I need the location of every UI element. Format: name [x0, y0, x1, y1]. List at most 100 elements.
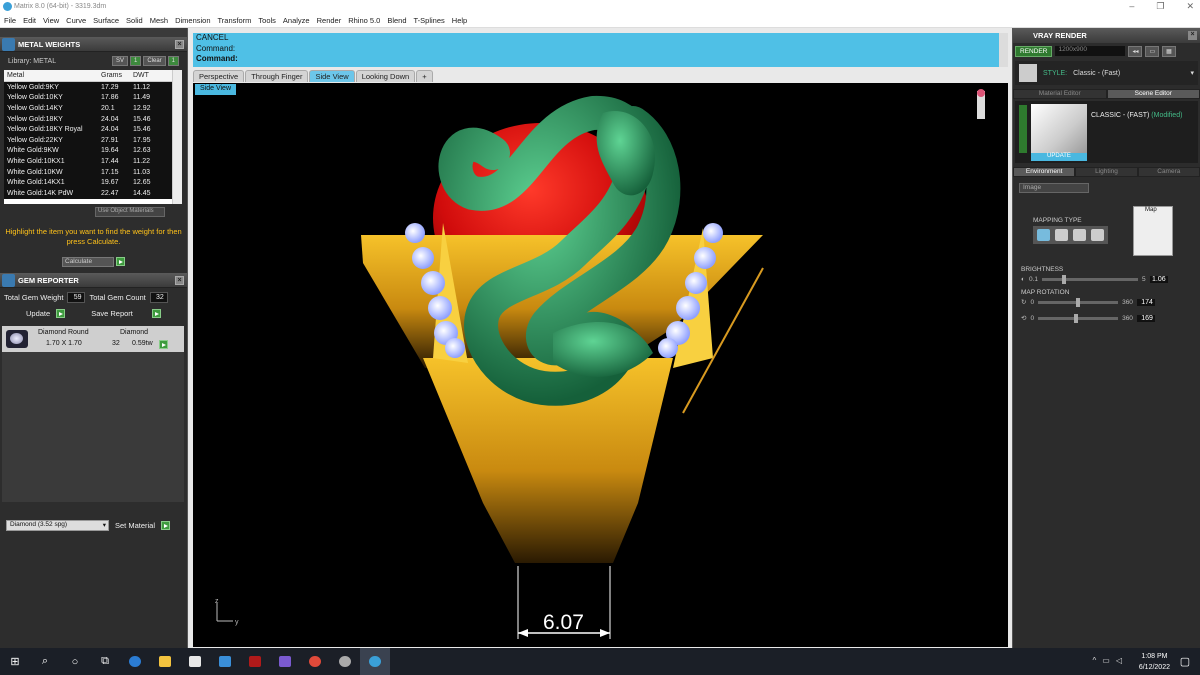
set-material-button[interactable]: Set Material — [115, 521, 155, 530]
update-go-icon[interactable] — [56, 309, 66, 318]
tab-perspective[interactable]: Perspective — [193, 70, 245, 82]
tab-scene-editor[interactable]: Scene Editor — [1106, 89, 1200, 99]
sv-button[interactable]: SV — [111, 56, 128, 66]
tab-material-editor[interactable]: Material Editor — [1013, 89, 1107, 99]
app-red-icon[interactable] — [240, 648, 270, 675]
table-row[interactable]: Yellow Gold:14KY 20.1 12.92 — [4, 103, 182, 114]
col-metal[interactable]: Metal — [4, 72, 98, 79]
menu-mesh[interactable]: Mesh — [150, 16, 168, 25]
mail-icon[interactable] — [210, 648, 240, 675]
close-button[interactable]: ✕ — [1186, 1, 1194, 12]
cortana-icon[interactable]: ○ — [60, 648, 90, 675]
material-preview[interactable] — [1031, 104, 1087, 154]
task-view-icon[interactable]: ⧉ — [90, 648, 120, 675]
tab-looking-down[interactable]: Looking Down — [355, 70, 416, 82]
edge-icon[interactable] — [120, 648, 150, 675]
close-icon[interactable]: × — [175, 276, 184, 285]
viewport[interactable]: z y Side View 6.07 — [193, 83, 1008, 647]
rotation-h-slider[interactable]: ↻ 0 360 174 — [1021, 297, 1155, 307]
menu-render[interactable]: Render — [317, 16, 342, 25]
volume-icon[interactable]: ◁ — [1116, 656, 1122, 665]
brightness-value[interactable]: 1.06 — [1149, 276, 1168, 283]
clock[interactable]: 1:08 PM 6/12/2022 — [1139, 651, 1170, 673]
preset-row[interactable]: STYLE: Classic - (Fast) ▾ — [1015, 61, 1198, 85]
file-explorer-icon[interactable] — [150, 648, 180, 675]
calculate-go-icon[interactable] — [116, 257, 125, 266]
rotation-h-value[interactable]: 174 — [1136, 298, 1155, 306]
render-button[interactable]: RENDER — [1015, 45, 1053, 57]
material-select[interactable]: Diamond (3.52 spg) — [6, 520, 109, 531]
set-material-go-icon[interactable] — [161, 521, 171, 530]
gem-table[interactable]: Diamond Round Diamond 1.70 X 1.70 32 0.5… — [2, 326, 184, 352]
menu-tsplines[interactable]: T-Splines — [414, 16, 445, 25]
resolution-field[interactable]: 1200x900 — [1055, 46, 1126, 56]
calculate-button[interactable]: Calculate — [62, 257, 114, 267]
clear-button[interactable]: Clear — [143, 56, 166, 66]
close-icon[interactable]: × — [175, 40, 184, 49]
tab-camera[interactable]: Camera — [1137, 167, 1200, 177]
tab-side-view[interactable]: Side View — [309, 70, 355, 82]
search-icon[interactable]: ⌕ — [30, 648, 60, 675]
menu-blend[interactable]: Blend — [387, 16, 406, 25]
tab-through-finger[interactable]: Through Finger — [245, 70, 309, 82]
app-network-icon[interactable] — [270, 648, 300, 675]
tray-expand-icon[interactable]: ^ — [1093, 656, 1097, 665]
update-button[interactable]: Update — [26, 309, 50, 318]
brightness-slider[interactable]: ◐ 0.1 5 1.06 — [1021, 275, 1168, 284]
use-object-materials-button[interactable]: Use Object Materials — [95, 207, 165, 217]
menu-file[interactable]: File — [4, 16, 16, 25]
table-row[interactable]: White Gold:10KX1 17.44 11.22 — [4, 156, 182, 167]
rotation-v-slider[interactable]: ⟲ 0 360 169 — [1021, 313, 1155, 323]
menu-tools[interactable]: Tools — [258, 16, 276, 25]
col-dwt[interactable]: DWT — [130, 72, 170, 79]
environment-select[interactable]: Image — [1019, 183, 1089, 193]
table-row[interactable]: Yellow Gold:18KY Royal 24.04 15.46 — [4, 124, 182, 135]
command-input[interactable]: Command: — [196, 54, 1008, 65]
rhino-icon[interactable] — [330, 648, 360, 675]
command-scrollbar[interactable] — [999, 33, 1008, 67]
minimize-button[interactable]: – — [1129, 1, 1134, 12]
col-grams[interactable]: Grams — [98, 72, 130, 79]
menu-curve[interactable]: Curve — [66, 16, 86, 25]
rewind-icon[interactable]: ◂◂ — [1128, 45, 1143, 57]
notifications-icon[interactable]: ▢ — [1170, 648, 1200, 675]
table-row[interactable]: Yellow Gold:22KY 27.91 17.95 — [4, 134, 182, 146]
menu-help[interactable]: Help — [452, 16, 467, 25]
frame-icon[interactable]: ▭ — [1145, 45, 1160, 57]
menu-dimension[interactable]: Dimension — [175, 16, 210, 25]
menu-rhino[interactable]: Rhino 5.0 — [348, 16, 380, 25]
grid-icon[interactable]: ▦ — [1162, 45, 1176, 57]
table-scrollbar[interactable] — [172, 70, 182, 204]
network-icon[interactable]: ▭ — [1102, 656, 1110, 665]
menu-analyze[interactable]: Analyze — [283, 16, 310, 25]
start-button[interactable]: ⊞ — [0, 648, 30, 675]
mapping-cube-icon[interactable] — [1055, 229, 1068, 241]
chevron-down-icon[interactable]: ▾ — [1190, 69, 1194, 77]
close-icon[interactable]: × — [1188, 31, 1197, 40]
save-report-button[interactable]: Save Report — [91, 309, 133, 318]
maximize-button[interactable]: ❐ — [1156, 1, 1164, 12]
gem-go-icon[interactable] — [159, 340, 168, 349]
save-report-go-icon[interactable] — [152, 309, 161, 318]
map-thumbnail[interactable] — [1133, 206, 1173, 256]
chrome-icon[interactable] — [300, 648, 330, 675]
clear-count[interactable]: 1 — [167, 56, 179, 66]
tab-lighting[interactable]: Lighting — [1075, 167, 1138, 177]
table-row[interactable]: White Gold:14KX1 19.67 12.65 — [4, 177, 182, 188]
menu-view[interactable]: View — [43, 16, 59, 25]
tab-environment[interactable]: Environment — [1013, 167, 1076, 177]
matrix-taskbar-icon[interactable] — [360, 648, 390, 675]
menu-edit[interactable]: Edit — [23, 16, 36, 25]
store-icon[interactable] — [180, 648, 210, 675]
table-row[interactable]: White Gold:9KW 19.64 12.63 — [4, 145, 182, 157]
mapping-screen-icon[interactable] — [1037, 229, 1050, 241]
update-preview-button[interactable]: UPDATE — [1031, 153, 1087, 161]
table-row[interactable]: Yellow Gold:18KY 24.04 15.46 — [4, 113, 182, 125]
viewport-label[interactable]: Side View — [195, 84, 237, 95]
table-row[interactable]: White Gold:14K PdW 22.47 14.45 — [4, 187, 182, 199]
menu-transform[interactable]: Transform — [218, 16, 252, 25]
add-tab-button[interactable]: + — [416, 70, 433, 82]
sv-count[interactable]: 1 — [129, 56, 142, 66]
mapping-dome-icon[interactable] — [1091, 229, 1104, 241]
panel-splitter[interactable] — [0, 28, 187, 37]
